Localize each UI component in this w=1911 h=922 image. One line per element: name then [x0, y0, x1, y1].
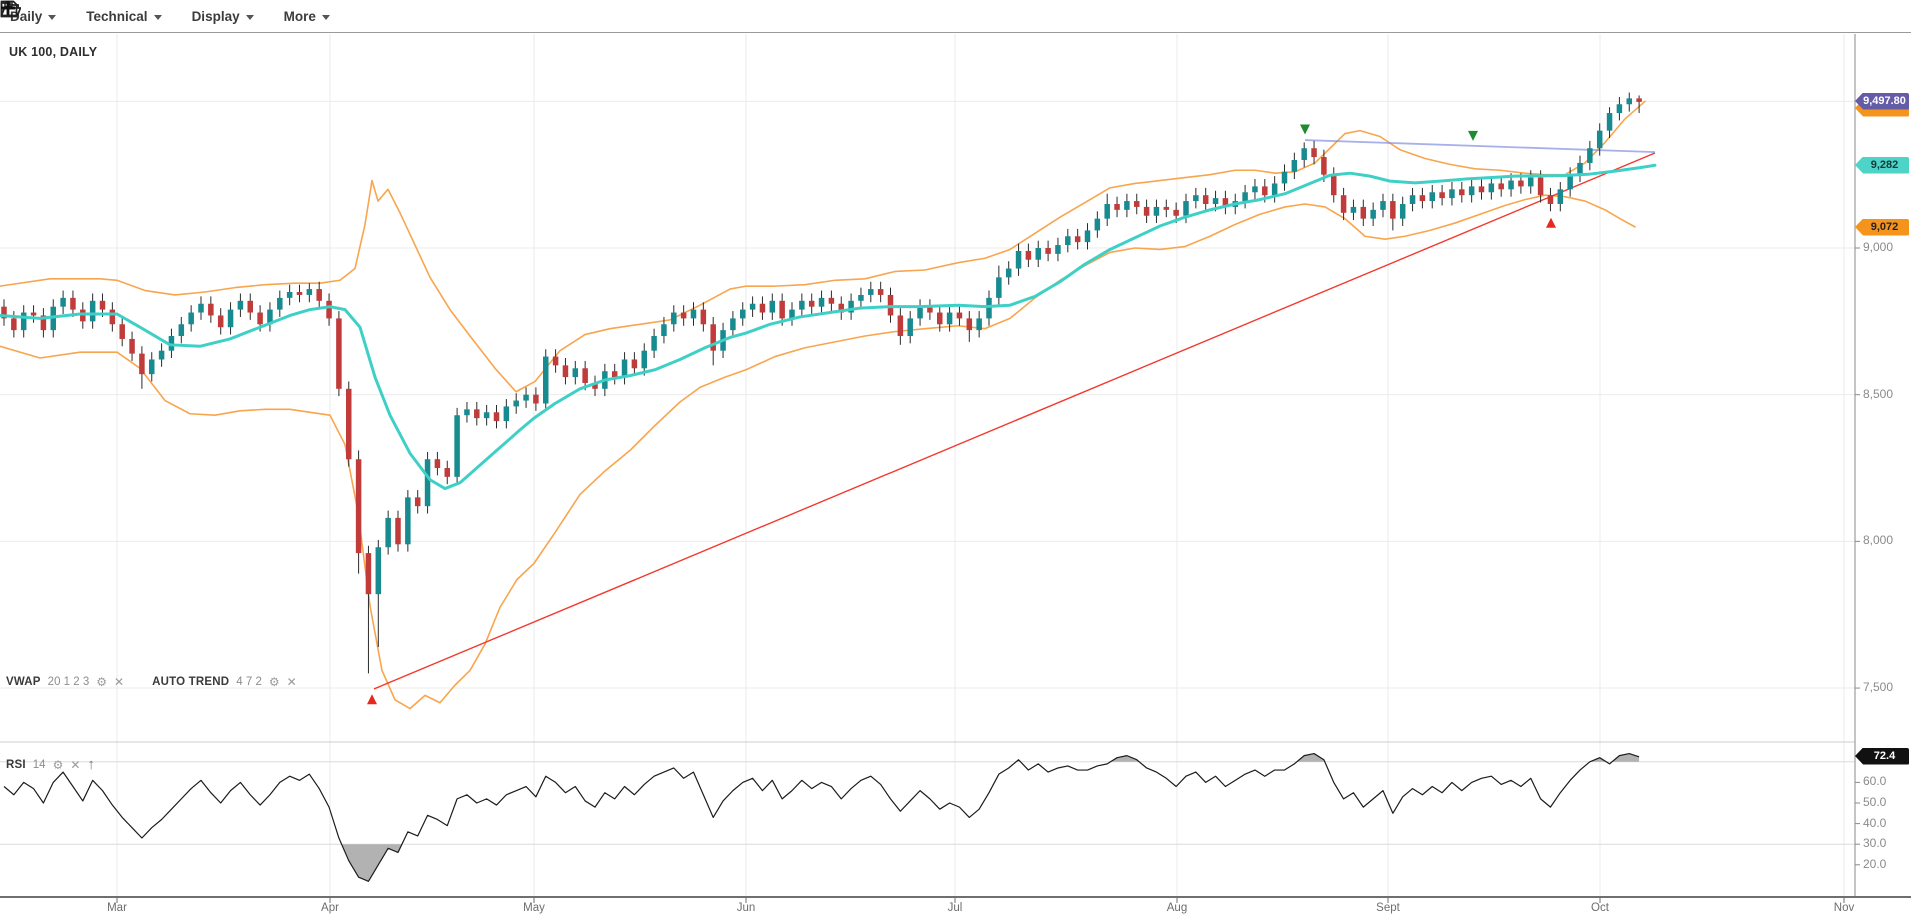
rsi-axis-label: 60.0: [1863, 774, 1886, 788]
rsi-remove-icon[interactable]: ✕: [70, 759, 80, 771]
price-axis-label: 8,000: [1863, 533, 1893, 547]
autotrend-legend-name: AUTO TREND: [152, 676, 229, 688]
lower-band-price-label: 9,072: [1855, 219, 1909, 236]
rsi-legend-params: 14: [33, 759, 46, 771]
rsi-line: [4, 754, 1639, 882]
last-price-label: 9,497.80: [1855, 93, 1909, 110]
sell-signal-triangle-icon: [1300, 124, 1310, 134]
rsi-legend-row: RSI 14 ⚙ ✕ ↑: [6, 757, 95, 772]
time-axis-label-nov: Nov: [1834, 902, 1854, 914]
rsi-value-badge: 72.4: [1855, 748, 1909, 765]
vwap-settings-gear-icon[interactable]: ⚙: [96, 676, 107, 688]
time-axis-label-jul: Jul: [948, 902, 963, 914]
time-axis-label-sept: Sept: [1376, 902, 1400, 914]
vwap-legend-params: 20 1 2 3: [48, 676, 90, 688]
candles-group: [1, 93, 1642, 674]
buy-signal-triangle-icon: [1546, 218, 1556, 228]
auto-trend-support-line: [374, 153, 1655, 689]
sell-signal-triangle-icon: [1468, 131, 1478, 141]
price-axis-label: 9,000: [1863, 240, 1893, 254]
lower-band-line: [0, 195, 1635, 708]
time-axis-label-oct: Oct: [1591, 902, 1609, 914]
time-axis-label-may: May: [523, 902, 545, 914]
rsi-settings-gear-icon[interactable]: ⚙: [53, 759, 64, 771]
chart-plot-area[interactable]: [0, 0, 1911, 922]
rsi-axis-label: 50.0: [1863, 795, 1886, 809]
rsi-axis-label: 30.0: [1863, 836, 1886, 850]
rsi-move-up-arrow-icon[interactable]: ↑: [87, 757, 95, 772]
chart-title: UK 100, DAILY: [9, 45, 97, 59]
time-axis-label-apr: Apr: [321, 902, 339, 914]
time-axis-label-jun: Jun: [737, 902, 756, 914]
buy-signal-triangle-icon: [367, 694, 377, 704]
indicator-legend-row: VWAP 20 1 2 3 ⚙ ✕ AUTO TREND 4 7 2 ⚙ ✕: [6, 676, 297, 688]
autotrend-settings-gear-icon[interactable]: ⚙: [269, 676, 280, 688]
autotrend-remove-icon[interactable]: ✕: [287, 676, 297, 688]
rsi-axis-label: 20.0: [1863, 857, 1886, 871]
upper-band-line: [0, 101, 1645, 391]
price-axis-label: 7,500: [1863, 680, 1893, 694]
vwap-line: [0, 165, 1655, 488]
rsi-axis-label: 40.0: [1863, 816, 1886, 830]
time-axis-label-mar: Mar: [107, 902, 127, 914]
vwap-legend-name: VWAP: [6, 676, 41, 688]
trading-chart-window: DailyTechnicalDisplayMore: [0, 0, 1911, 922]
price-axis-label: 8,500: [1863, 387, 1893, 401]
time-axis-label-aug: Aug: [1167, 902, 1187, 914]
vwap-remove-icon[interactable]: ✕: [114, 676, 124, 688]
autotrend-legend-params: 4 7 2: [236, 676, 262, 688]
vwap-price-label: 9,282: [1855, 157, 1909, 174]
rsi-legend-name: RSI: [6, 759, 26, 771]
